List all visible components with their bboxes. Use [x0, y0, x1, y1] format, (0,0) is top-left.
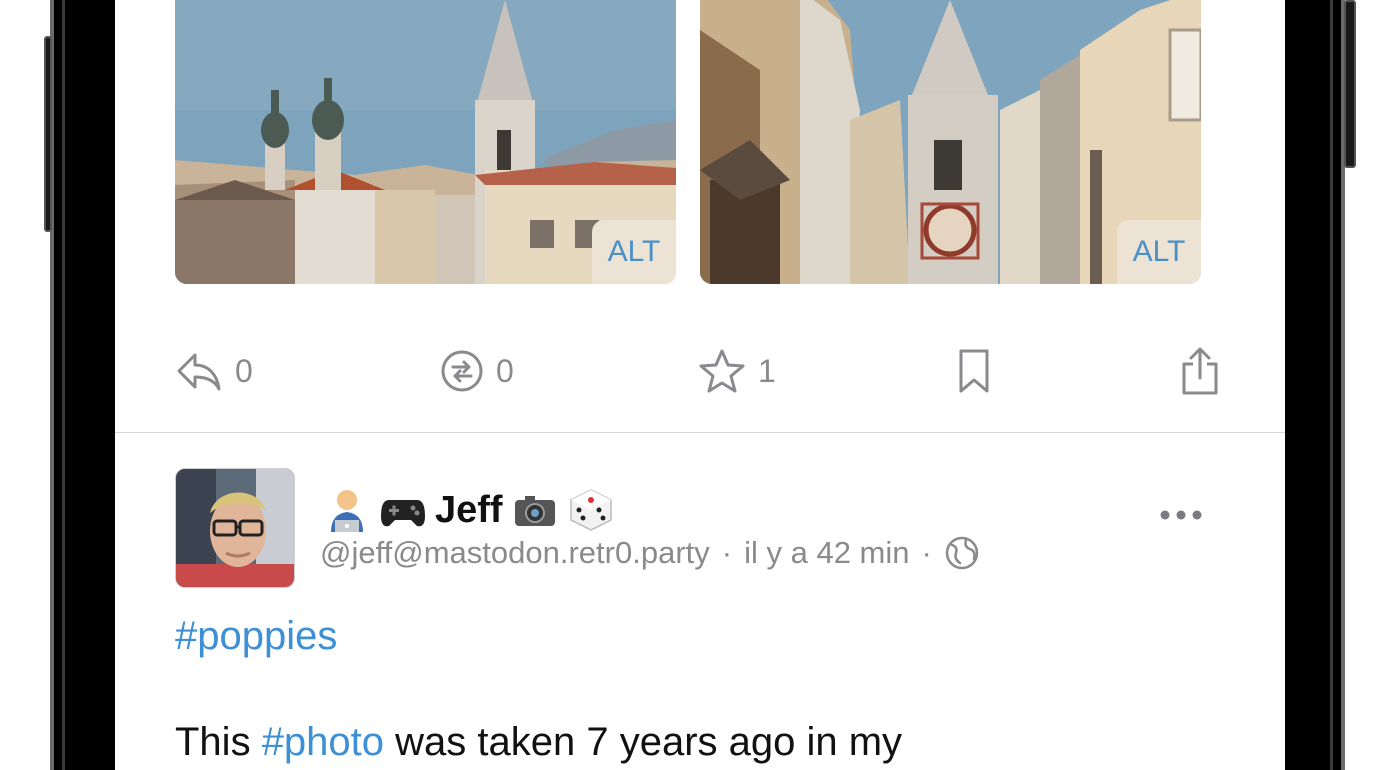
technologist-emoji-icon	[331, 490, 363, 532]
boost-icon	[441, 350, 483, 392]
phone-bezel-left	[50, 0, 115, 770]
body-text: This	[175, 720, 262, 764]
reply-arrow-icon	[177, 353, 221, 391]
meta-separator: ·	[721, 535, 733, 570]
alt-text-badge[interactable]: ALT	[1117, 220, 1201, 284]
avatar-photo	[176, 469, 294, 587]
phone-power-button	[1344, 0, 1356, 168]
post-image-1[interactable]: ALT	[175, 0, 676, 284]
bookmark-button[interactable]	[958, 345, 990, 397]
share-icon	[1182, 347, 1218, 395]
camera-emoji-icon	[514, 496, 555, 526]
globe-icon	[945, 536, 979, 570]
account-handle[interactable]: @jeff@mastodon.retr0.party	[320, 535, 710, 571]
favourite-button[interactable]: 1	[698, 345, 776, 397]
reply-button[interactable]: 0	[175, 345, 253, 397]
game-controller-emoji-icon	[381, 500, 425, 527]
boost-button[interactable]: 0	[440, 345, 514, 397]
alt-text-badge[interactable]: ALT	[592, 220, 676, 284]
post-body: This #photo was taken 7 years ago in my	[175, 720, 902, 765]
favourite-count: 1	[758, 352, 776, 389]
hashtag-link[interactable]: #photo	[262, 720, 384, 764]
post-meta: @jeff@mastodon.retr0.party · il y a 42 m…	[320, 530, 980, 576]
post-timestamp[interactable]: il y a 42 min	[744, 535, 909, 571]
display-name-text: Jeff	[435, 488, 503, 531]
share-button[interactable]	[1180, 345, 1220, 397]
boost-count: 0	[496, 352, 514, 389]
bookmark-icon	[959, 349, 989, 393]
dice-emoji-icon	[569, 489, 612, 531]
reply-count: 0	[235, 352, 253, 389]
meta-separator: ·	[921, 535, 932, 570]
post-image-2[interactable]: ALT	[700, 0, 1201, 284]
post-action-bar: 0 0 1	[115, 345, 1285, 397]
hashtag-link[interactable]: #poppies	[175, 614, 337, 659]
phone-volume-button	[44, 36, 52, 232]
timeline-screen: ALT ALT 0 0 1 Jeff @jeff@mastodon.retr0.…	[115, 0, 1285, 770]
phone-bezel-right	[1285, 0, 1345, 770]
avatar[interactable]	[175, 468, 295, 588]
body-text: was taken 7 years ago in my	[384, 720, 903, 764]
ellipsis-icon[interactable]	[1159, 506, 1203, 524]
star-icon	[699, 349, 745, 393]
post-divider	[115, 432, 1285, 433]
